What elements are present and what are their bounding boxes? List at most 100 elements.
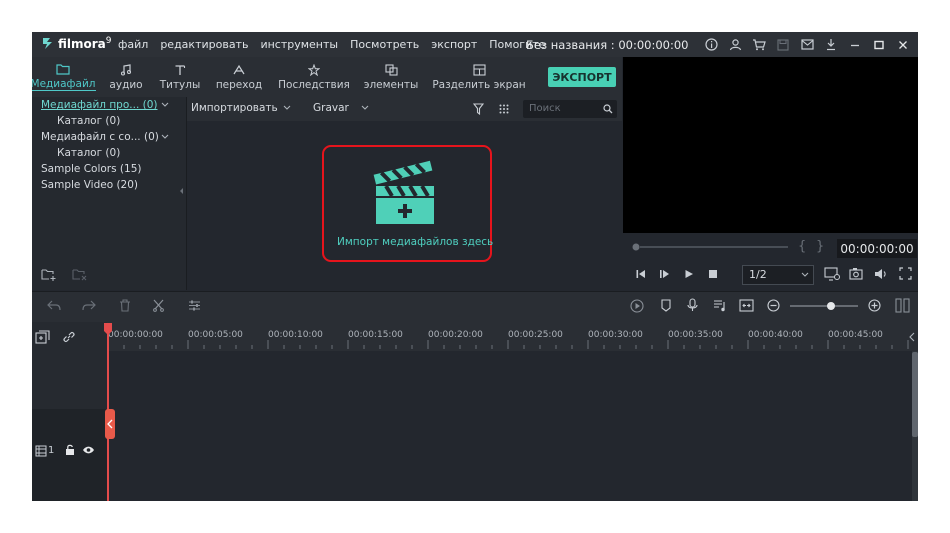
elements-icon [384, 63, 398, 76]
ruler-tick-label: 00:00:25:00 [508, 330, 563, 340]
add-track-icon[interactable] [35, 330, 50, 344]
search-input[interactable]: Поиск [523, 100, 617, 118]
menu-tools[interactable]: инструменты [260, 38, 338, 51]
library-item-shared-media[interactable]: Медиафайл с со... (0) [41, 131, 159, 143]
clapperboard-add-icon[interactable] [372, 158, 438, 224]
audio-mixer-icon[interactable] [713, 299, 727, 312]
ruler-tick-label: 00:00:45:00 [828, 330, 883, 340]
marker-icon[interactable] [660, 299, 672, 312]
chevron-down-icon [801, 272, 809, 277]
microphone-icon[interactable] [687, 298, 698, 312]
playhead-handle[interactable] [103, 323, 113, 335]
step-back-icon[interactable] [635, 269, 647, 279]
chevron-down-icon [283, 105, 291, 110]
play-icon[interactable] [684, 269, 694, 279]
delete-folder-icon [72, 269, 87, 281]
account-icon[interactable] [726, 36, 744, 53]
ruler-tick-label: 00:00:35:00 [668, 330, 723, 340]
ruler-tick-label: 00:00:20:00 [428, 330, 483, 340]
tab-audio[interactable]: аудио [104, 57, 148, 97]
timeline-ruler[interactable]: 00:00:00:00 00:00:05:00 00:00:10:00 00:0… [107, 322, 918, 351]
zoom-out-icon[interactable] [767, 299, 780, 312]
eye-icon[interactable] [82, 445, 95, 455]
library-item-catalog-1[interactable]: Каталог (0) [57, 115, 120, 127]
render-icon[interactable] [630, 299, 644, 313]
app-name: filmora9 [58, 36, 112, 51]
menu-view[interactable]: Посмотреть [350, 38, 419, 51]
mark-in-icon[interactable]: { [798, 239, 806, 254]
preview-quality-value: 1/2 [749, 268, 767, 281]
split-icon[interactable] [739, 299, 754, 312]
chevron-down-icon[interactable] [161, 134, 169, 140]
mark-out-icon[interactable]: } [816, 239, 824, 254]
import-dropdown[interactable]: Импортировать [191, 102, 291, 114]
audio-meter-icon[interactable] [895, 298, 911, 313]
zoom-in-icon[interactable] [868, 299, 881, 312]
grid-view-icon[interactable] [499, 104, 509, 114]
music-note-icon [120, 63, 132, 76]
tab-media[interactable]: Медиафайл [32, 57, 96, 97]
collapse-panel-icon[interactable] [179, 187, 184, 195]
snapshot-icon[interactable] [849, 267, 863, 280]
new-folder-icon[interactable] [41, 268, 57, 281]
title-bar: filmora9 файл редактировать инструменты … [32, 32, 918, 57]
stop-icon[interactable] [708, 269, 718, 279]
close-icon[interactable] [894, 36, 912, 53]
adjust-icon[interactable] [188, 299, 201, 312]
track-number: 1 [48, 445, 55, 456]
text-icon [175, 64, 186, 75]
library-item-project-media[interactable]: Медиафайл про... (0) [41, 99, 158, 111]
tab-elements[interactable]: элементы [362, 57, 420, 97]
tab-split-screen-label: Разделить экран [432, 78, 526, 91]
ruler-tick-label: 00:00:15:00 [348, 330, 403, 340]
minimize-icon[interactable] [846, 36, 864, 53]
ruler-tick-label: 00:00:05:00 [188, 330, 243, 340]
step-forward-icon[interactable] [659, 269, 671, 279]
tab-elements-label: элементы [363, 78, 419, 91]
record-dropdown[interactable]: Gravar [313, 102, 369, 114]
menu-edit[interactable]: редактировать [160, 38, 248, 51]
search-placeholder: Поиск [529, 103, 561, 114]
video-track-icon [35, 445, 47, 457]
tab-transition[interactable]: переход [212, 57, 266, 97]
render-preview-icon[interactable] [824, 267, 840, 281]
timeline-tracks-area[interactable] [107, 351, 918, 501]
tab-media-label: Медиафайл [32, 78, 96, 91]
cart-icon[interactable] [750, 36, 768, 53]
fullscreen-icon[interactable] [899, 267, 912, 280]
link-icon[interactable] [62, 330, 76, 344]
chevron-down-icon[interactable] [161, 102, 169, 108]
tab-split-screen[interactable]: Разделить экран [432, 57, 526, 97]
preview-screen [623, 57, 918, 233]
tab-titles[interactable]: Титулы [156, 57, 204, 97]
volume-icon[interactable] [874, 268, 888, 280]
info-icon[interactable] [702, 36, 720, 53]
zoom-slider[interactable] [788, 300, 860, 312]
lock-icon[interactable] [65, 444, 75, 456]
download-icon[interactable] [822, 36, 840, 53]
transition-icon [233, 64, 245, 74]
export-button[interactable]: ЭКСПОРТ [548, 67, 616, 87]
mail-icon[interactable] [798, 36, 816, 53]
library-item-catalog-2[interactable]: Каталог (0) [57, 147, 120, 159]
search-icon[interactable] [603, 104, 613, 114]
delete-icon [120, 299, 130, 312]
filter-icon[interactable] [473, 103, 484, 115]
timeline-scrollbar-thumb[interactable] [912, 352, 918, 437]
preview-quality-select[interactable]: 1/2 [742, 265, 814, 285]
track-collapse-tab[interactable] [105, 409, 115, 439]
preview-progress-slider[interactable] [630, 241, 790, 253]
import-hint-text[interactable]: Импорт медиафайлов здесь [337, 236, 493, 248]
library-item-sample-video[interactable]: Sample Video (20) [41, 179, 138, 191]
menu-file[interactable]: файл [118, 38, 148, 51]
record-label: Gravar [313, 102, 349, 114]
maximize-icon[interactable] [870, 36, 888, 53]
redo-icon [82, 300, 96, 311]
import-label: Импортировать [191, 102, 278, 114]
tab-transition-label: переход [215, 78, 263, 91]
library-item-sample-colors[interactable]: Sample Colors (15) [41, 163, 141, 175]
menu-export[interactable]: экспорт [431, 38, 477, 51]
preview-timecode: 00:00:00:00 [837, 239, 917, 258]
tab-effects[interactable]: Последствия [276, 57, 352, 97]
main-toolbar: Медиафайл аудио Титулы переход Последств… [32, 57, 622, 97]
